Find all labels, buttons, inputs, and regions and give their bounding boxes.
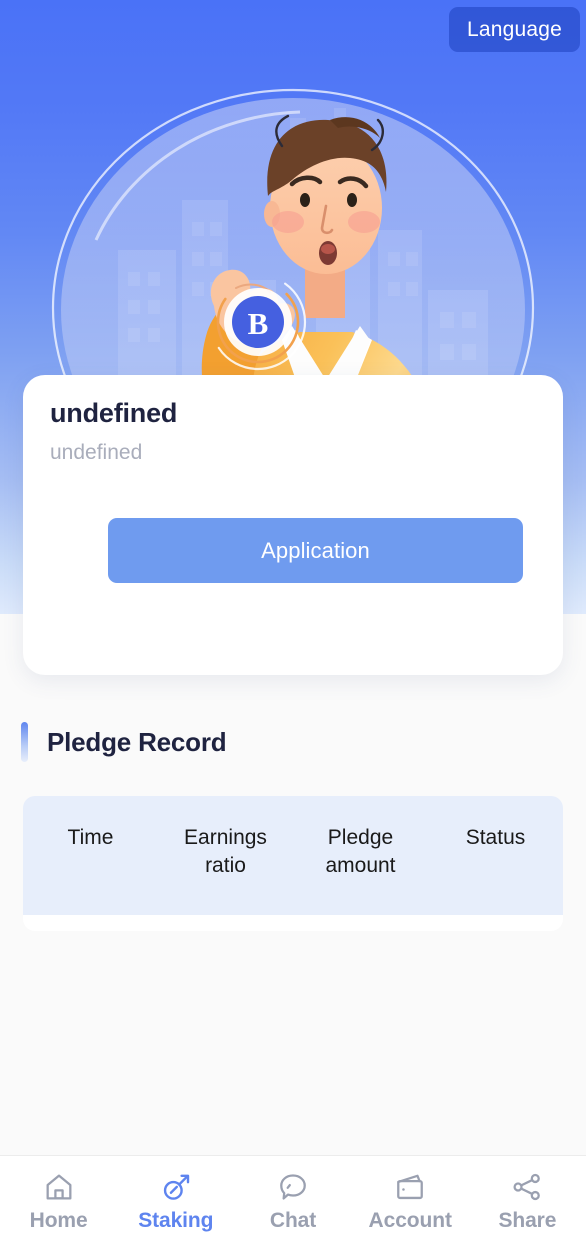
- share-nodes-icon: [513, 1173, 541, 1200]
- tab-label-staking: Staking: [138, 1208, 214, 1232]
- table-column-time: Time: [67, 826, 114, 849]
- info-card: undefined undefined Application: [23, 375, 563, 675]
- tab-staking[interactable]: Staking: [117, 1156, 234, 1245]
- table-column-status: Status: [465, 826, 526, 849]
- tab-chat[interactable]: Chat: [234, 1156, 351, 1245]
- application-button[interactable]: Application: [108, 518, 523, 583]
- pledge-record-header: Pledge Record: [21, 722, 227, 762]
- table-header-row: Time Earnings ratio Pledge amount Status: [23, 796, 563, 915]
- bottom-navigation: Home Staking Chat Account Share: [0, 1155, 586, 1245]
- home-icon: [46, 1174, 72, 1199]
- tab-home[interactable]: Home: [0, 1156, 117, 1245]
- chat-bubble-icon: [280, 1173, 306, 1200]
- section-accent-bar: [21, 722, 28, 762]
- table-column-pledge-amount: Pledge amount: [325, 826, 396, 878]
- table-column-earnings-ratio: Earnings ratio: [184, 826, 267, 878]
- language-button[interactable]: Language: [448, 7, 580, 52]
- tab-label-home: Home: [29, 1208, 88, 1232]
- card-subtitle: undefined: [50, 440, 143, 464]
- tab-label-account: Account: [368, 1208, 452, 1232]
- page-title: Pledge Record: [47, 726, 227, 757]
- tab-account[interactable]: Account: [352, 1156, 469, 1245]
- pledge-record-table: Time Earnings ratio Pledge amount Status: [23, 796, 563, 931]
- wallet-icon: [397, 1174, 424, 1199]
- card-title: undefined: [50, 398, 178, 428]
- tab-label-share: Share: [498, 1208, 557, 1232]
- pickaxe-icon: [163, 1174, 189, 1200]
- app-root: B $ B Language: [0, 0, 586, 1245]
- tab-share[interactable]: Share: [469, 1156, 586, 1245]
- tab-label-chat: Chat: [269, 1208, 317, 1232]
- svg-text:B: B: [248, 306, 269, 341]
